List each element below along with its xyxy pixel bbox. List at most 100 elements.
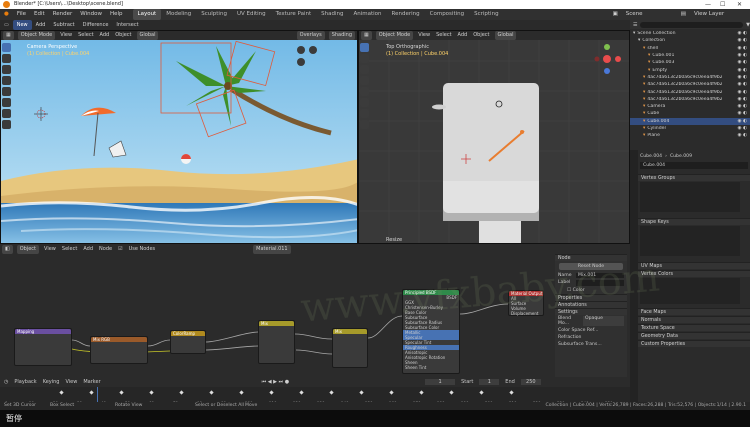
face-maps-section[interactable]: Face Maps xyxy=(638,308,750,315)
select-box-tool-icon[interactable] xyxy=(360,43,369,52)
visibility-toggle-icon[interactable]: ◉ ◐ xyxy=(738,111,750,116)
cursor-tool-icon[interactable] xyxy=(2,54,11,63)
material-selector[interactable]: Material.011 xyxy=(253,244,291,254)
keyframe-marker[interactable] xyxy=(359,390,364,395)
keyframe-marker[interactable] xyxy=(449,390,454,395)
playback-controls[interactable]: ⏮ ◀ ▶ ⏭ ● xyxy=(262,379,289,385)
overlays-dropdown[interactable]: Overlays xyxy=(296,31,325,40)
viewport-camera[interactable]: ▦ Object Mode View Select Add Object Glo… xyxy=(0,30,358,244)
move-tool-icon[interactable] xyxy=(360,65,369,74)
mode-dropdown[interactable]: Object Mode xyxy=(17,31,56,40)
close-button[interactable]: ✕ xyxy=(737,0,742,9)
outliner-row[interactable]: ▾ Cube.001 ◉ ◐ xyxy=(630,52,750,59)
node-mapping[interactable]: Mapping xyxy=(14,328,72,366)
visibility-toggle-icon[interactable]: ◉ ◐ xyxy=(738,46,750,51)
keyframe-marker[interactable] xyxy=(269,390,274,395)
mode-intersect-button[interactable]: Intersect xyxy=(112,20,142,30)
mesh-name-field[interactable]: Cube.004 xyxy=(640,162,748,169)
keyframe-marker[interactable] xyxy=(89,390,94,395)
visibility-toggle-icon[interactable]: ◉ ◐ xyxy=(738,90,750,95)
menu-add[interactable]: Add xyxy=(80,245,96,254)
keyframe-marker[interactable] xyxy=(209,390,214,395)
node-mix-rgb[interactable]: Mix RGB xyxy=(90,336,148,364)
tab-sculpting[interactable]: Sculpting xyxy=(196,9,232,20)
tool-icon[interactable]: ▭ xyxy=(0,20,13,30)
tab-modeling[interactable]: Modeling xyxy=(161,9,196,20)
geometry-data-section[interactable]: Geometry Data xyxy=(638,332,750,339)
menu-add[interactable]: Add xyxy=(455,31,471,40)
menu-select[interactable]: Select xyxy=(433,31,454,40)
outliner-row[interactable]: ▾ shell ◉ ◐ xyxy=(630,45,750,52)
settings-section[interactable]: Settings xyxy=(555,308,627,315)
menu-select[interactable]: Select xyxy=(75,31,96,40)
menu-playback[interactable]: Playback xyxy=(14,379,36,385)
editor-type-icon[interactable]: ▦ xyxy=(361,31,372,40)
visibility-toggle-icon[interactable]: ◉ ◐ xyxy=(738,133,750,138)
node-mix-1[interactable]: Mix xyxy=(258,320,295,364)
outliner-row[interactable]: ▾ Empty ◉ ◐ xyxy=(630,66,750,73)
visibility-toggle-icon[interactable]: ◉ ◐ xyxy=(738,60,750,65)
normals-section[interactable]: Normals xyxy=(638,316,750,323)
tab-texture-paint[interactable]: Texture Paint xyxy=(271,9,317,20)
keyframe-marker[interactable] xyxy=(119,390,124,395)
keyframe-marker[interactable] xyxy=(389,390,394,395)
zoom-icon[interactable] xyxy=(297,46,305,54)
visibility-toggle-icon[interactable]: ◉ ◐ xyxy=(738,82,750,87)
cursor-tool-icon[interactable] xyxy=(360,54,369,63)
editor-type-icon[interactable]: ◧ xyxy=(2,244,13,254)
vertex-groups-list[interactable] xyxy=(640,182,740,212)
object-breadcrumb[interactable]: Cube.004 xyxy=(640,154,662,159)
transform-orientation[interactable]: Global xyxy=(494,31,517,40)
menu-file[interactable]: File xyxy=(13,9,30,20)
keyframe-marker[interactable] xyxy=(299,390,304,395)
vertex-groups-section[interactable]: Vertex Groups xyxy=(638,174,750,181)
menu-select[interactable]: Select xyxy=(59,245,80,254)
navigation-gizmo-icon[interactable] xyxy=(591,43,623,75)
blend-mode-dropdown[interactable]: Opaque xyxy=(583,316,624,326)
transform-tool-icon[interactable] xyxy=(360,98,369,107)
menu-node[interactable]: Node xyxy=(96,245,115,254)
pan-icon[interactable] xyxy=(309,46,317,54)
data-breadcrumb[interactable]: Cube.009 xyxy=(670,154,692,159)
outliner-row[interactable]: ▾ Scene Collection ◉ ◐ xyxy=(630,30,750,37)
menu-render[interactable]: Render xyxy=(49,9,77,20)
transform-orientation[interactable]: Global xyxy=(136,31,159,40)
tab-layout[interactable]: Layout xyxy=(132,9,162,20)
move-tool-icon[interactable] xyxy=(2,65,11,74)
visibility-toggle-icon[interactable]: ◉ ◐ xyxy=(738,97,750,102)
scene-icon[interactable]: ▣ xyxy=(609,9,622,20)
start-frame-field[interactable]: 1 xyxy=(479,379,500,385)
editor-type-icon[interactable]: ◷ xyxy=(4,379,8,385)
keyframe-marker[interactable] xyxy=(59,390,64,395)
shape-keys-list[interactable] xyxy=(640,226,740,256)
camera-view-icon[interactable] xyxy=(297,58,305,66)
visibility-toggle-icon[interactable]: ◉ ◐ xyxy=(738,68,750,73)
maximize-button[interactable]: ☐ xyxy=(720,0,725,9)
visibility-toggle-icon[interactable]: ◉ ◐ xyxy=(738,38,750,43)
keyframe-marker[interactable] xyxy=(509,390,514,395)
editor-type-icon[interactable]: ☰ xyxy=(633,22,637,28)
bsdf-row[interactable]: Sheen Tint xyxy=(405,365,426,370)
visibility-toggle-icon[interactable]: ◉ ◐ xyxy=(738,119,750,124)
outliner-row[interactable]: ▾ Collection ◉ ◐ xyxy=(630,37,750,44)
menu-help[interactable]: Help xyxy=(106,9,127,20)
keyframe-marker[interactable] xyxy=(179,390,184,395)
tab-scripting[interactable]: Scripting xyxy=(469,9,503,20)
mode-new-button[interactable]: New xyxy=(12,20,32,30)
outliner-row[interactable]: ▾ Cube.004 ◉ ◐ xyxy=(630,117,750,125)
menu-view[interactable]: View xyxy=(65,379,77,385)
outliner-row[interactable]: ▾ Cylinder ◉ ◐ xyxy=(630,125,750,132)
tab-animation[interactable]: Animation xyxy=(348,9,386,20)
menu-keying[interactable]: Keying xyxy=(43,379,60,385)
outliner-row[interactable]: ▾4ac7da613c2b0a6c9c0eea4f9b2e4e ◉ ◐ xyxy=(630,74,750,81)
filter-icon[interactable]: ▼ xyxy=(746,22,750,28)
tab-uv-editing[interactable]: UV Editing xyxy=(232,9,271,20)
mode-add-button[interactable]: Add xyxy=(32,20,50,30)
menu-object[interactable]: Object xyxy=(470,31,492,40)
menu-view[interactable]: View xyxy=(415,31,433,40)
transform-tool-icon[interactable] xyxy=(2,98,11,107)
tab-compositing[interactable]: Compositing xyxy=(425,9,469,20)
editor-type-icon[interactable]: ▦ xyxy=(3,31,14,40)
menu-view[interactable]: View xyxy=(57,31,75,40)
shading-dropdown[interactable]: Shading xyxy=(328,31,355,40)
